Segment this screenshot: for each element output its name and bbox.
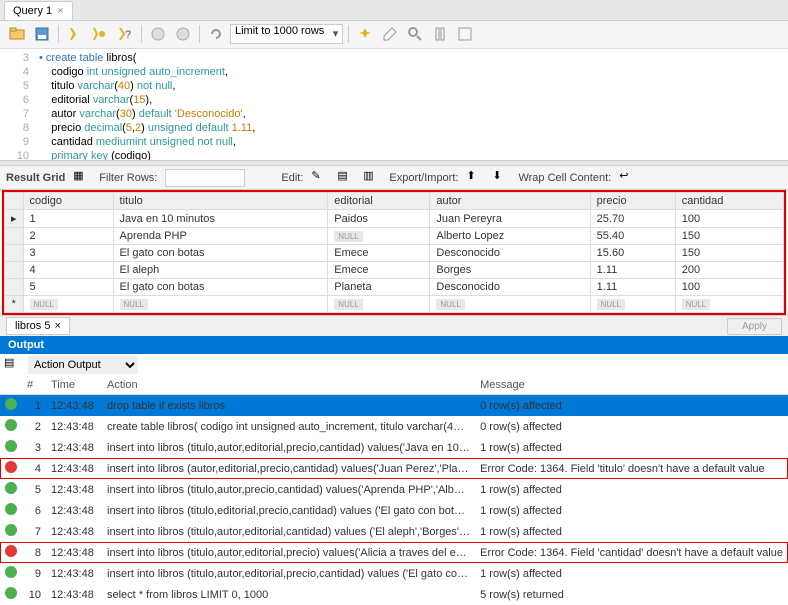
tab-title: Query 1 (13, 5, 52, 17)
export-label: Export/Import: (389, 172, 458, 184)
output-row[interactable]: 812:43:48insert into libros (titulo,auto… (0, 542, 788, 563)
table-row[interactable]: ▸1Java en 10 minutosPaidosJuan Pereyra25… (5, 210, 784, 228)
filter-input[interactable] (165, 169, 245, 187)
export-icon[interactable]: ⬆ (466, 169, 484, 187)
line-gutter: 34567891011 (0, 49, 35, 161)
output-icon[interactable]: ▤ (4, 356, 22, 374)
tool-button[interactable] (379, 23, 401, 45)
col-precio[interactable]: precio (590, 193, 675, 210)
import-icon[interactable]: ⬇ (492, 169, 510, 187)
edit-del-icon[interactable]: ▥ (363, 169, 381, 187)
edit-label: Edit: (281, 172, 303, 184)
filter-label: Filter Rows: (99, 172, 157, 184)
output-row[interactable]: 412:43:48insert into libros (autor,edito… (0, 458, 788, 479)
output-row[interactable]: 212:43:48create table libros( codigo int… (0, 416, 788, 437)
output-row[interactable]: 712:43:48insert into libros (titulo,auto… (0, 521, 788, 542)
explain-button[interactable]: ? (114, 23, 136, 45)
success-icon (5, 482, 17, 494)
close-icon[interactable]: × (57, 5, 63, 17)
toggle-button-2[interactable] (454, 23, 476, 45)
output-row[interactable]: 912:43:48insert into libros (titulo,auto… (0, 563, 788, 584)
refresh-button[interactable] (205, 23, 227, 45)
table-row[interactable]: 3El gato con botasEmeceDesconocido15.601… (5, 245, 784, 262)
result-subtabs: libros 5 × Apply (0, 315, 788, 336)
table-row[interactable]: *NULLNULLNULLNULLNULLNULL (5, 296, 784, 313)
output-row[interactable]: 612:43:48insert into libros (titulo,edit… (0, 500, 788, 521)
grid-icon[interactable]: ▦ (73, 169, 91, 187)
success-icon (5, 440, 17, 452)
output-table[interactable]: #TimeActionMessage112:43:48drop table if… (0, 376, 788, 605)
commit-button[interactable] (172, 23, 194, 45)
output-row[interactable]: 312:43:48insert into libros (titulo,auto… (0, 437, 788, 458)
toggle-button-1[interactable] (429, 23, 451, 45)
col-editorial[interactable]: editorial (328, 193, 430, 210)
table-row[interactable]: 5El gato con botasPlanetaDesconocido1.11… (5, 279, 784, 296)
success-icon (5, 524, 17, 536)
close-icon[interactable]: × (54, 320, 60, 332)
col-cantidad[interactable]: cantidad (675, 193, 783, 210)
success-icon (5, 566, 17, 578)
error-icon (5, 461, 17, 473)
result-grid[interactable]: codigotituloeditorialautorpreciocantidad… (2, 190, 786, 315)
save-button[interactable] (31, 23, 53, 45)
execute-button[interactable] (64, 23, 86, 45)
execute-step-button[interactable] (89, 23, 111, 45)
error-icon (5, 545, 17, 557)
col-titulo[interactable]: titulo (113, 193, 328, 210)
output-row[interactable]: 1012:43:48select * from libros LIMIT 0, … (0, 584, 788, 605)
wrap-label: Wrap Cell Content: (518, 172, 611, 184)
search-button[interactable] (404, 23, 426, 45)
edit-add-icon[interactable]: ▤ (337, 169, 355, 187)
editor-tab-bar: Query 1 × (0, 0, 788, 21)
output-type-dropdown[interactable]: Action Output (28, 356, 138, 374)
limit-dropdown[interactable]: Limit to 1000 rows (230, 24, 343, 44)
table-row[interactable]: 2Aprenda PHPNULLAlberto Lopez55.40150 (5, 228, 784, 245)
output-row[interactable]: 512:43:48insert into libros (titulo,auto… (0, 479, 788, 500)
output-toolbar: ▤ Action Output (0, 354, 788, 376)
success-icon (5, 419, 17, 431)
apply-button[interactable]: Apply (727, 318, 782, 335)
result-grid-label: Result Grid (6, 172, 65, 184)
code-area[interactable]: • create table libros( codigo int unsign… (35, 49, 788, 161)
success-icon (5, 587, 17, 599)
open-file-button[interactable] (6, 23, 28, 45)
edit-icon[interactable]: ✎ (311, 169, 329, 187)
success-icon (5, 398, 17, 410)
sql-editor[interactable]: 34567891011 • create table libros( codig… (0, 49, 788, 161)
output-row[interactable]: 112:43:48drop table if exists libros0 ro… (0, 395, 788, 417)
stop-button[interactable] (147, 23, 169, 45)
success-icon (5, 503, 17, 515)
result-toolbar: Result Grid ▦ Filter Rows: Edit: ✎ ▤ ▥ E… (0, 166, 788, 190)
col-autor[interactable]: autor (430, 193, 590, 210)
table-row[interactable]: 4El alephEmeceBorges1.11200 (5, 262, 784, 279)
col-codigo[interactable]: codigo (23, 193, 113, 210)
wrap-icon[interactable]: ↩ (619, 169, 637, 187)
query-tab[interactable]: Query 1 × (4, 1, 73, 20)
svg-text:?: ? (125, 29, 131, 41)
output-header: Output (0, 336, 788, 354)
result-tab[interactable]: libros 5 × (6, 317, 70, 335)
editor-toolbar: ? Limit to 1000 rows (0, 21, 788, 49)
beautify-button[interactable] (354, 23, 376, 45)
